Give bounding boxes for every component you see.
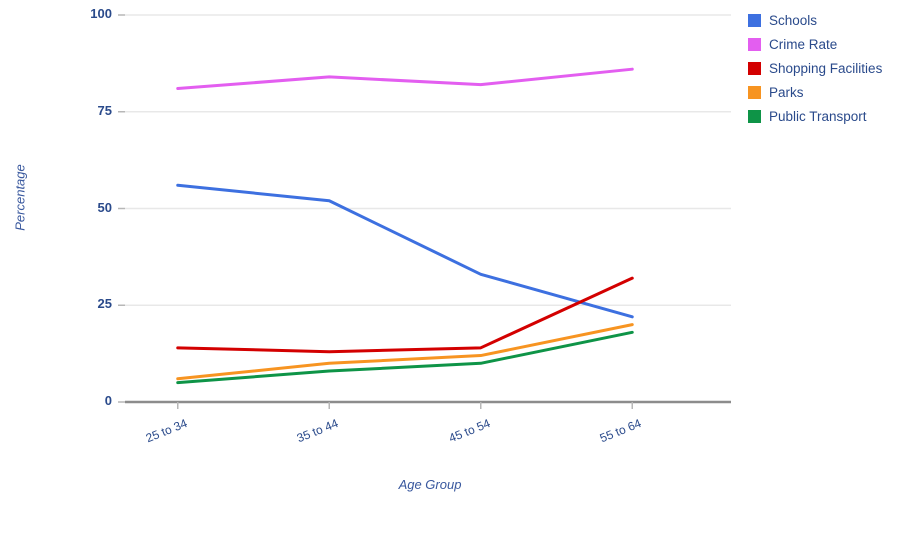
legend-item[interactable]: Shopping Facilities (748, 58, 882, 79)
y-axis-tick-label: 50 (97, 199, 112, 215)
legend-item-label: Crime Rate (769, 37, 838, 52)
y-axis-tick-label: 25 (97, 296, 112, 312)
y-axis-tick-label: 100 (90, 6, 112, 21)
legend-item[interactable]: Public Transport (748, 106, 882, 127)
series-line (176, 276, 634, 354)
legend-item[interactable]: Crime Rate (748, 34, 882, 55)
legend-item-label: Schools (769, 13, 818, 28)
legend-swatch-icon (748, 62, 761, 75)
series-line (176, 183, 634, 319)
y-axis-tick-label: 0 (104, 393, 112, 408)
series-line (176, 67, 634, 91)
x-axis-title: Age Group (398, 477, 462, 492)
y-axis-tick-label: 75 (97, 102, 112, 118)
legend-item[interactable]: Schools (748, 10, 882, 31)
legend-item-label: Public Transport (769, 109, 867, 124)
legend-swatch-icon (748, 14, 761, 27)
legend-swatch-icon (748, 86, 761, 99)
y-axis-title: Percentage (12, 164, 28, 231)
legend-item-label: Parks (769, 85, 804, 100)
legend-swatch-icon (748, 110, 761, 123)
series-line (176, 323, 634, 381)
legend-item[interactable]: Parks (748, 82, 882, 103)
line-chart: Percentage Age Group 0 25 50 75 100 25 to 34… (0, 0, 910, 534)
legend-swatch-icon (748, 38, 761, 51)
legend-item-label: Shopping Facilities (769, 61, 883, 76)
chart-legend: Schools Crime Rate Shopping Facilities Park… (748, 10, 882, 130)
